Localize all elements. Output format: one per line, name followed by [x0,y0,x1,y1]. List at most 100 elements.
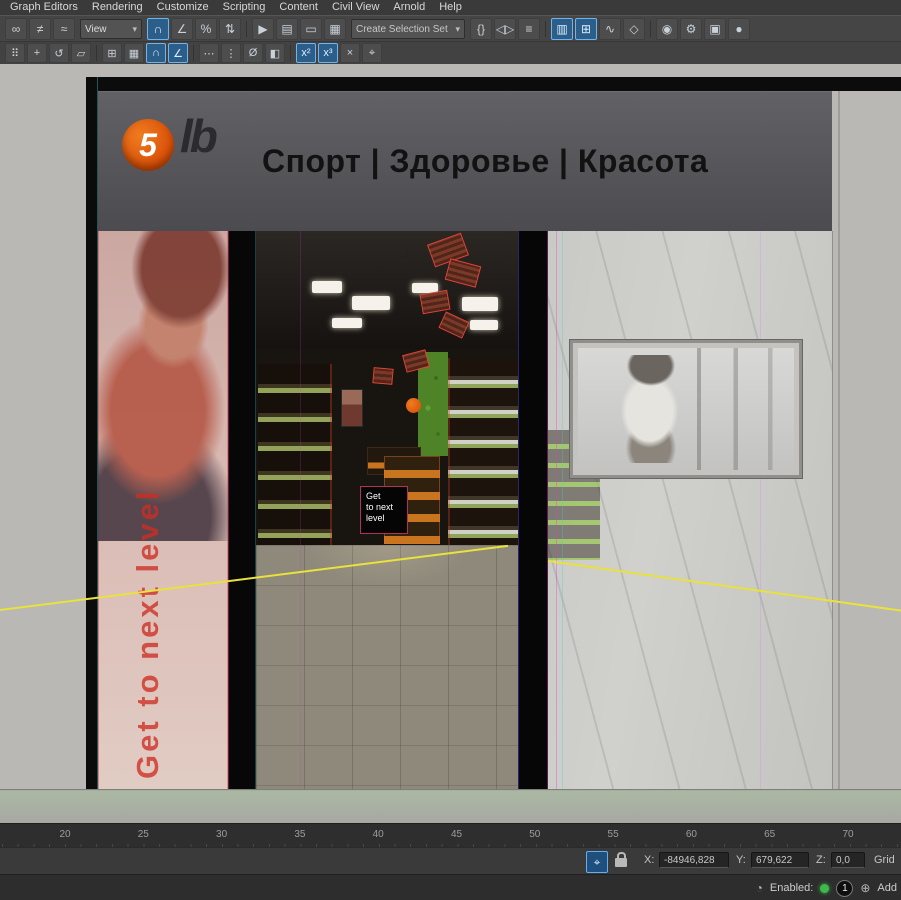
scale-gizmo-icon[interactable]: ▱ [71,43,91,63]
menu-graph-editors[interactable]: Graph Editors [3,0,85,15]
unlink-selection-icon[interactable]: ≠ [29,18,51,40]
x-coordinate-field[interactable]: -84946,828 [659,852,729,868]
view-dropdown-value: View [85,24,107,35]
storefront-top-beam [86,77,901,91]
menu-customize[interactable]: Customize [150,0,216,15]
menu-arnold[interactable]: Arnold [386,0,432,15]
snap-toggle-icon[interactable]: ∩ [147,18,169,40]
scene-explorer-icon[interactable]: ⊞ [575,18,597,40]
mirror-icon[interactable]: ◁▷ [494,18,516,40]
select-and-link-icon[interactable]: ∞ [5,18,27,40]
enabled-count-badge[interactable]: 1 [836,880,853,897]
display-sign-line: level [366,513,407,524]
timeline-tick-70: 70 [842,829,853,840]
rotate-gizmo-icon[interactable]: ↺ [49,43,69,63]
move-gizmo-icon[interactable]: + [27,43,47,63]
target-icon[interactable]: ⌖ [362,43,382,63]
select-object-icon[interactable]: ▶ [252,18,274,40]
toolbar-icons-a: ∞≠≈ [4,18,76,40]
store-sign: 5 lb Спорт | Здоровье | Красота [98,91,832,233]
named-sets-icon[interactable]: {} [470,18,492,40]
crossing-select-icon[interactable]: ▦ [324,18,346,40]
status-bar: ⌖ X: -84946,828 Y: 679,622 Z: 0,0 Grid [0,847,901,875]
logo-number: 5 [139,127,157,164]
x3-icon[interactable]: x³ [318,43,338,63]
logo-suffix: lb [180,109,215,163]
add-entry-icon[interactable]: ⊕ [860,881,870,895]
menu-civil-view[interactable]: Civil View [325,0,386,15]
timeline-tick-30: 30 [216,829,227,840]
magnet-icon[interactable]: ∩ [146,43,166,63]
dots-grid-icon[interactable]: ⠿ [5,43,25,63]
schematic-view-icon[interactable]: ◇ [623,18,645,40]
menu-content[interactable]: Content [272,0,325,15]
menu-scripting[interactable]: Scripting [216,0,273,15]
menu-rendering[interactable]: Rendering [85,0,150,15]
z-coordinate-field[interactable]: 0,0 [831,852,865,868]
ceiling-light [332,318,362,328]
menubar: Graph EditorsRenderingCustomizeScripting… [0,0,901,15]
magnet-angle-icon[interactable]: ∠ [168,43,188,63]
view-dropdown[interactable]: View [80,19,142,39]
enabled-status-dot[interactable] [820,884,829,893]
render-setup-icon[interactable]: ⚙ [680,18,702,40]
toolbar-separator [650,21,651,37]
timeline-ruler[interactable]: 2025303540455055606570 [0,823,901,848]
selection-set-dropdown[interactable]: Create Selection Set [351,19,465,39]
layer-manager-icon[interactable]: ▥ [551,18,573,40]
tv-screen [570,340,802,478]
toolbar-separator [290,45,291,61]
percent-snap-icon[interactable]: % [195,18,217,40]
array-icon[interactable]: ⋯ [199,43,219,63]
toolbar-icons-b: ∩∠%⇅ ▶▤▭▦ [146,18,347,40]
timeline-tick-25: 25 [138,829,149,840]
left-poster: Get to next level [98,231,228,789]
tv-person [613,355,686,462]
spinner-snap-icon[interactable]: ⇅ [219,18,241,40]
wireframe-line [556,231,557,789]
angle-snap-icon[interactable]: ∠ [171,18,193,40]
hanging-basket [372,367,393,385]
material-editor-icon[interactable]: ◉ [656,18,678,40]
x-label: X: [644,854,654,866]
spacing-tool-icon[interactable]: ⋮ [221,43,241,63]
glass-wall [548,231,833,789]
door-column-left [228,231,256,789]
back-wall-poster [342,390,362,426]
toolbar-separator [246,21,247,37]
3ds-max-window: Graph EditorsRenderingCustomizeScripting… [0,0,901,900]
storefront-left-beam [86,77,98,789]
axis-z-label: z [404,249,409,260]
measure-icon[interactable]: Ø [243,43,263,63]
menu-help[interactable]: Help [432,0,469,15]
viewport[interactable]: 5 lb Спорт | Здоровье | Красота Get to n… [0,63,901,823]
snap-grid-icon[interactable]: ▦ [124,43,144,63]
front-ground [0,789,901,823]
rendered-frame-icon[interactable]: ▣ [704,18,726,40]
enabled-label: Enabled: [770,882,813,894]
extras-toolbar: ⠿+↺▱ ⊞▦∩∠ ⋯⋮Ø◧ x²x³×⌖ [0,41,901,64]
selection-lock-icon[interactable] [615,858,627,867]
timeline-tick-50: 50 [529,829,540,840]
region-select-icon[interactable]: ▭ [300,18,322,40]
enabled-cluster: ◔ Enabled: 1 ⊕ Add [756,875,897,900]
grid-icon[interactable]: ⊞ [102,43,122,63]
shelf-unit-right [448,358,518,574]
wireframe-line [562,231,563,789]
clock-icon[interactable]: ◔ [756,881,763,895]
cross-icon[interactable]: × [340,43,360,63]
ceiling-light [462,297,498,311]
wire-color-icon[interactable]: ◧ [265,43,285,63]
align-icon[interactable]: ≡ [518,18,540,40]
absolute-offset-toggle-icon[interactable]: ⌖ [586,851,608,873]
timeline-tick-60: 60 [686,829,697,840]
ceiling-light [470,320,498,330]
x2-icon[interactable]: x² [296,43,316,63]
render-production-icon[interactable]: ● [728,18,750,40]
select-by-name-icon[interactable]: ▤ [276,18,298,40]
display-sign: Getto nextlevel [360,486,408,534]
add-label[interactable]: Add [877,882,897,894]
y-coordinate-field[interactable]: 679,622 [751,852,809,868]
bind-to-spacewarp-icon[interactable]: ≈ [53,18,75,40]
curve-editor-icon[interactable]: ∿ [599,18,621,40]
